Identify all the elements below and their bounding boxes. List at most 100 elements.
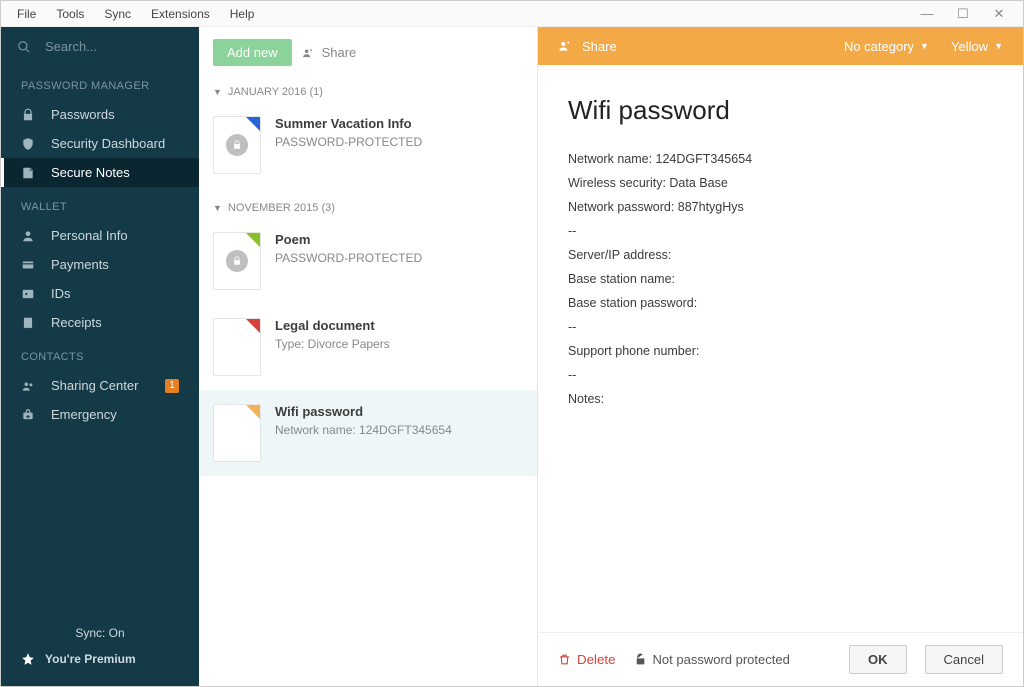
note-detail-column: Share No category ▼ Yellow ▼ Wifi passwo… (538, 27, 1023, 686)
sidebar-item-security-dashboard[interactable]: Security Dashboard (1, 129, 199, 158)
detail-header: Share No category ▼ Yellow ▼ (538, 27, 1023, 65)
color-label: Yellow (951, 39, 988, 54)
sidebar-item-secure-notes[interactable]: Secure Notes (1, 158, 199, 187)
note-item-summer-vacation[interactable]: Summer Vacation Info PASSWORD-PROTECTED (199, 102, 537, 188)
detail-footer: Delete Not password protected OK Cancel (538, 632, 1023, 686)
menu-tools[interactable]: Tools (46, 3, 94, 25)
trash-icon (558, 653, 571, 666)
menu-file[interactable]: File (7, 3, 46, 25)
sidebar-item-label: Secure Notes (51, 165, 130, 180)
window-close-button[interactable]: ✕ (981, 6, 1017, 22)
card-icon (21, 258, 39, 272)
note-corner-icon (246, 319, 260, 333)
sidebar-item-sharing-center[interactable]: Sharing Center 1 (1, 371, 199, 400)
sync-status[interactable]: Sync: On (1, 620, 199, 646)
sidebar-item-personal-info[interactable]: Personal Info (1, 221, 199, 250)
sharing-badge: 1 (165, 379, 179, 393)
search-icon (17, 40, 33, 54)
field-network-name: Network name: 124DGFT345654 (568, 152, 993, 166)
lock-icon (226, 250, 248, 272)
category-dropdown[interactable]: No category ▼ (844, 39, 929, 54)
field-separator: -- (568, 368, 993, 382)
group-header[interactable]: ▼ JANUARY 2016 (1) (199, 72, 537, 102)
color-dropdown[interactable]: Yellow ▼ (951, 39, 1003, 54)
detail-title: Wifi password (568, 95, 993, 126)
password-protection-status[interactable]: Not password protected (634, 652, 790, 667)
menu-sync[interactable]: Sync (94, 3, 141, 25)
shield-icon (21, 137, 39, 151)
group-header[interactable]: ▼ NOVEMBER 2015 (3) (199, 188, 537, 218)
note-item-poem[interactable]: Poem PASSWORD-PROTECTED (199, 218, 537, 304)
share-button-list[interactable]: Share (302, 45, 357, 60)
note-item-wifi-password[interactable]: Wifi password Network name: 124DGFT34565… (199, 390, 537, 476)
unlock-icon (634, 653, 647, 666)
sidebar-item-emergency[interactable]: Emergency (1, 400, 199, 429)
note-thumbnail (213, 116, 261, 174)
menu-bar: File Tools Sync Extensions Help — ☐ ✕ (1, 1, 1023, 27)
delete-label: Delete (577, 652, 616, 667)
sidebar-item-label: Passwords (51, 107, 115, 122)
lock-icon (21, 108, 39, 122)
field-separator: -- (568, 320, 993, 334)
note-icon (21, 166, 39, 180)
note-title: Poem (275, 232, 422, 247)
sidebar-item-label: Security Dashboard (51, 136, 165, 151)
field-network-password: Network password: 887htygHys (568, 200, 993, 214)
sidebar-item-receipts[interactable]: Receipts (1, 308, 199, 337)
sidebar-footer: Sync: On You're Premium (1, 610, 199, 686)
menu-help[interactable]: Help (220, 3, 265, 25)
cancel-button[interactable]: Cancel (925, 645, 1003, 674)
field-base-station-password: Base station password: (568, 296, 993, 310)
detail-body: Wifi password Network name: 124DGFT34565… (538, 65, 1023, 632)
field-base-station-name: Base station name: (568, 272, 993, 286)
note-title: Summer Vacation Info (275, 116, 422, 131)
field-separator: -- (568, 224, 993, 238)
window-minimize-button[interactable]: — (909, 6, 945, 21)
field-support-phone: Support phone number: (568, 344, 993, 358)
premium-label: You're Premium (45, 652, 136, 666)
note-subtitle: PASSWORD-PROTECTED (275, 135, 422, 149)
note-thumbnail (213, 232, 261, 290)
emergency-icon (21, 408, 39, 422)
sidebar-item-label: Emergency (51, 407, 117, 422)
note-corner-icon (246, 405, 260, 419)
note-item-legal-document[interactable]: Legal document Type: Divorce Papers (199, 304, 537, 390)
delete-button[interactable]: Delete (558, 652, 616, 667)
field-wireless-security: Wireless security: Data Base (568, 176, 993, 190)
sidebar-item-label: Payments (51, 257, 109, 272)
note-corner-icon (246, 117, 260, 131)
field-server-ip: Server/IP address: (568, 248, 993, 262)
add-new-button[interactable]: Add new (213, 39, 292, 66)
ok-button[interactable]: OK (849, 645, 907, 674)
list-toolbar: Add new Share (199, 27, 537, 72)
star-icon (21, 652, 35, 666)
protection-label: Not password protected (653, 652, 790, 667)
share-button-detail[interactable]: Share (582, 39, 617, 54)
note-thumbnail (213, 404, 261, 462)
sidebar-item-payments[interactable]: Payments (1, 250, 199, 279)
sidebar: PASSWORD MANAGER Passwords Security Dash… (1, 27, 199, 686)
id-icon (21, 287, 39, 301)
chevron-down-icon: ▼ (994, 41, 1003, 51)
premium-status[interactable]: You're Premium (1, 646, 199, 672)
section-header-password-manager: PASSWORD MANAGER (1, 66, 199, 100)
menu-extensions[interactable]: Extensions (141, 3, 220, 25)
person-icon (21, 229, 39, 243)
lock-icon (226, 134, 248, 156)
people-icon (21, 379, 39, 393)
share-icon (302, 46, 316, 60)
search-row[interactable] (1, 27, 199, 66)
window-maximize-button[interactable]: ☐ (945, 6, 981, 22)
field-notes: Notes: (568, 392, 993, 406)
receipt-icon (21, 316, 39, 330)
search-input[interactable] (45, 39, 165, 54)
collapse-icon: ▼ (213, 203, 222, 213)
note-corner-icon (246, 233, 260, 247)
sidebar-item-label: Personal Info (51, 228, 128, 243)
sidebar-item-ids[interactable]: IDs (1, 279, 199, 308)
group-header-label: NOVEMBER 2015 (3) (228, 202, 335, 214)
note-title: Legal document (275, 318, 390, 333)
chevron-down-icon: ▼ (920, 41, 929, 51)
category-label: No category (844, 39, 914, 54)
sidebar-item-passwords[interactable]: Passwords (1, 100, 199, 129)
